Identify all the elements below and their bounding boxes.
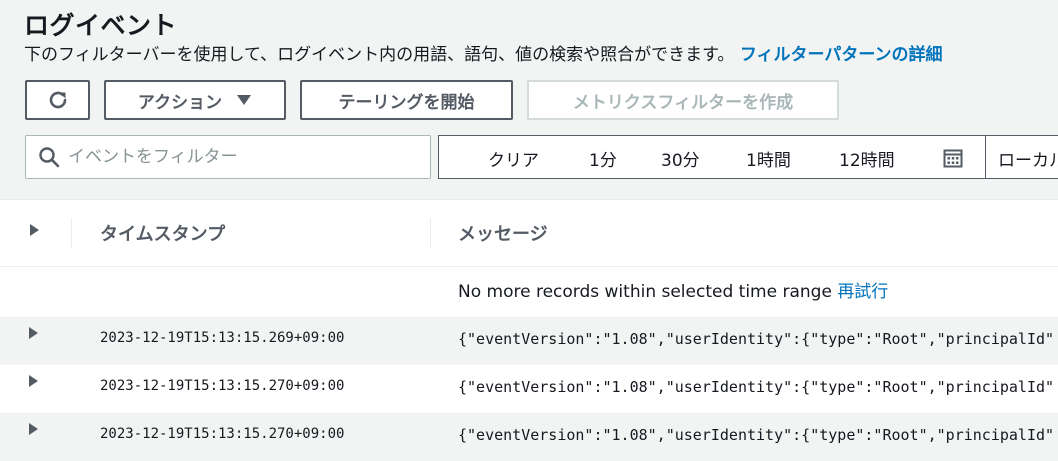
row-timestamp: 2023-12-19T15:13:15.270+09:00: [100, 426, 345, 442]
page-description: 下のフィルターバーを使用して、ログイベント内の用語、語句、値の検索や照合ができま…: [24, 40, 942, 65]
time-range-selector: クリア 1分 30分 1時間 12時間: [438, 135, 986, 179]
search-icon: [39, 147, 60, 168]
expand-all-caret-icon[interactable]: [30, 224, 39, 236]
table-row[interactable]: 2023-12-19T15:13:15.270+09:00 {"eventVer…: [0, 365, 1058, 413]
description-text: 下のフィルターバーを使用して、ログイベント内の用語、語句、値の検索や照合ができま…: [24, 45, 735, 65]
table-row[interactable]: 2023-12-19T15:13:15.269+09:00 {"eventVer…: [0, 317, 1058, 365]
refresh-button[interactable]: [25, 80, 90, 120]
filter-events-input[interactable]: [68, 142, 408, 172]
row-timestamp: 2023-12-19T15:13:15.270+09:00: [100, 378, 345, 394]
retry-link[interactable]: 再試行: [837, 282, 888, 302]
range-12h[interactable]: 12時間: [839, 146, 895, 171]
column-divider: [71, 218, 72, 248]
log-events-table: タイムスタンプ メッセージ No more records within sel…: [0, 199, 1058, 461]
row-message: {"eventVersion":"1.08","userIdentity":{"…: [458, 378, 1055, 396]
actions-label: アクション: [137, 92, 223, 113]
range-1h[interactable]: 1時間: [746, 146, 791, 171]
range-1m[interactable]: 1分: [589, 146, 617, 171]
filter-pattern-link[interactable]: フィルターパターンの詳細: [740, 45, 943, 65]
timezone-selector[interactable]: ローカル: [986, 135, 1058, 179]
caret-right-icon[interactable]: [29, 423, 38, 435]
message-column-header[interactable]: メッセージ: [458, 220, 548, 246]
filter-search-box[interactable]: [25, 135, 431, 179]
no-more-records-text: No more records within selected time ran…: [458, 282, 832, 302]
actions-button[interactable]: アクション: [104, 80, 286, 120]
caret-down-icon: [237, 95, 252, 105]
timestamp-column-header[interactable]: タイムスタンプ: [100, 220, 225, 246]
range-30m[interactable]: 30分: [661, 146, 700, 171]
range-clear[interactable]: クリア: [488, 146, 539, 171]
create-metric-filter-button[interactable]: メトリクスフィルターを作成: [527, 80, 839, 120]
row-message: {"eventVersion":"1.08","userIdentity":{"…: [458, 426, 1055, 444]
page-title: ログイベント: [24, 11, 178, 40]
row-message: {"eventVersion":"1.08","userIdentity":{"…: [458, 330, 1055, 348]
row-timestamp: 2023-12-19T15:13:15.269+09:00: [100, 330, 345, 346]
table-header: タイムスタンプ メッセージ: [0, 200, 1058, 267]
table-row[interactable]: 2023-12-19T15:13:15.270+09:00 {"eventVer…: [0, 413, 1058, 461]
column-divider: [430, 218, 431, 248]
start-tailing-button[interactable]: テーリングを開始: [300, 80, 513, 120]
caret-right-icon[interactable]: [29, 375, 38, 387]
timezone-label: ローカル: [998, 151, 1058, 171]
refresh-icon: [49, 91, 66, 109]
no-more-records-row: No more records within selected time ran…: [0, 267, 1058, 316]
caret-right-icon[interactable]: [29, 327, 38, 339]
calendar-icon[interactable]: [943, 148, 963, 168]
